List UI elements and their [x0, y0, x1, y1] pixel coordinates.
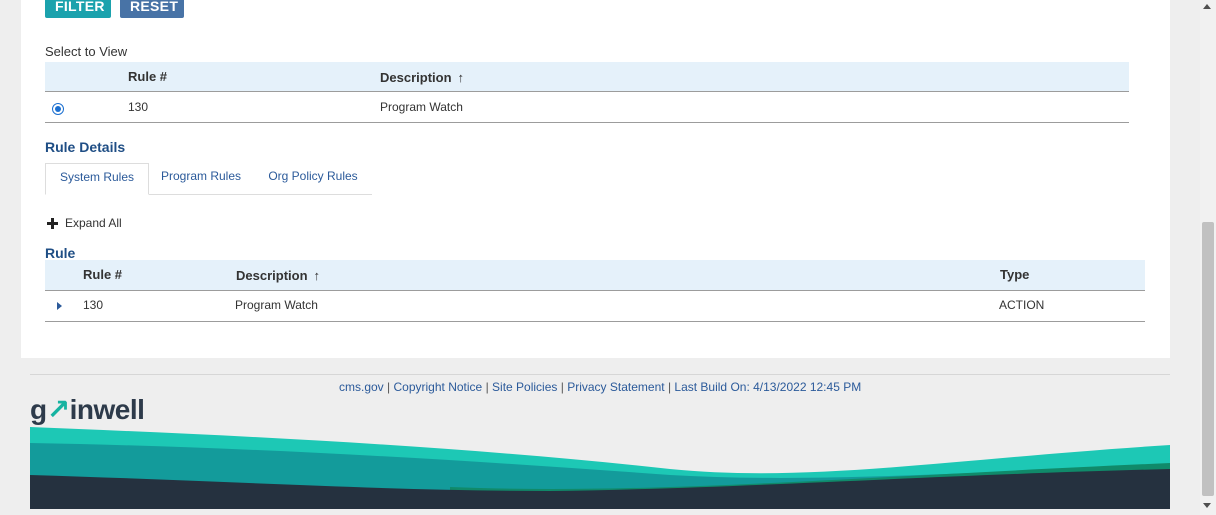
copyright-notice-link[interactable]: Copyright Notice [394, 380, 483, 394]
cms-gov-link[interactable]: cms.gov [339, 380, 384, 394]
gainwell-logo: g↗inwell [30, 393, 145, 426]
expand-row-icon[interactable] [57, 302, 62, 310]
footer-separator: | [667, 380, 672, 394]
sort-ascending-icon: ↑ [313, 268, 321, 283]
plus-icon [47, 217, 58, 229]
select-to-view-label: Select to View [45, 44, 128, 59]
scroll-thumb[interactable] [1202, 222, 1214, 496]
column-rule-number[interactable]: Rule # [83, 267, 122, 282]
table-row[interactable]: 130 Program Watch ACTION [45, 291, 1145, 322]
tab-program-rules[interactable]: Program Rules [151, 163, 251, 194]
row-description: Program Watch [235, 298, 318, 312]
scroll-up-arrow-icon[interactable] [1203, 4, 1211, 9]
column-description[interactable]: Description ↑ [236, 268, 320, 283]
filter-button[interactable]: FILTER [45, 0, 111, 18]
logo-text-start: g [30, 394, 47, 425]
tab-org-policy-rules[interactable]: Org Policy Rules [259, 163, 367, 194]
footer-links: cms.gov | Copyright Notice | Site Polici… [339, 380, 861, 394]
vertical-scrollbar[interactable] [1200, 0, 1216, 515]
logo-text-end: inwell [69, 394, 145, 425]
last-build-info[interactable]: Last Build On: 4/13/2022 12:45 PM [674, 380, 861, 394]
row-select-radio[interactable] [52, 103, 64, 115]
logo-arrow-icon: ↗ [46, 394, 70, 425]
select-table-header: Rule # Description ↑ [45, 62, 1129, 92]
column-description[interactable]: Description ↑ [380, 70, 464, 85]
site-policies-link[interactable]: Site Policies [492, 380, 557, 394]
content-panel: FILTER RESET Select to View Rule # Descr… [21, 0, 1170, 358]
column-rule-number[interactable]: Rule # [128, 69, 167, 84]
rule-heading: Rule [45, 245, 76, 261]
footer-wave-graphic [30, 427, 1170, 509]
privacy-statement-link[interactable]: Privacy Statement [567, 380, 664, 394]
reset-button[interactable]: RESET [120, 0, 184, 18]
footer-separator: | [560, 380, 564, 394]
column-description-label: Description [236, 268, 308, 283]
footer-separator: | [387, 380, 391, 394]
row-rule-number: 130 [128, 100, 149, 114]
footer-divider [30, 374, 1170, 375]
table-row[interactable]: 130 Program Watch [45, 92, 1129, 123]
row-rule-number: 130 [83, 298, 104, 312]
column-description-label: Description [380, 70, 452, 85]
tab-system-rules[interactable]: System Rules [45, 163, 149, 195]
rule-details-heading: Rule Details [45, 139, 126, 155]
column-type[interactable]: Type [1000, 267, 1029, 282]
row-type: ACTION [999, 298, 1045, 312]
row-description: Program Watch [380, 100, 463, 114]
rule-table-header: Rule # Description ↑ Type [45, 260, 1145, 291]
rule-tabs: System Rules Program Rules Org Policy Ru… [45, 163, 372, 195]
scroll-down-arrow-icon[interactable] [1203, 503, 1211, 508]
sort-ascending-icon: ↑ [457, 70, 465, 85]
expand-all-label: Expand All [65, 216, 122, 230]
expand-all-button[interactable]: Expand All [47, 216, 122, 230]
footer-separator: | [485, 380, 489, 394]
